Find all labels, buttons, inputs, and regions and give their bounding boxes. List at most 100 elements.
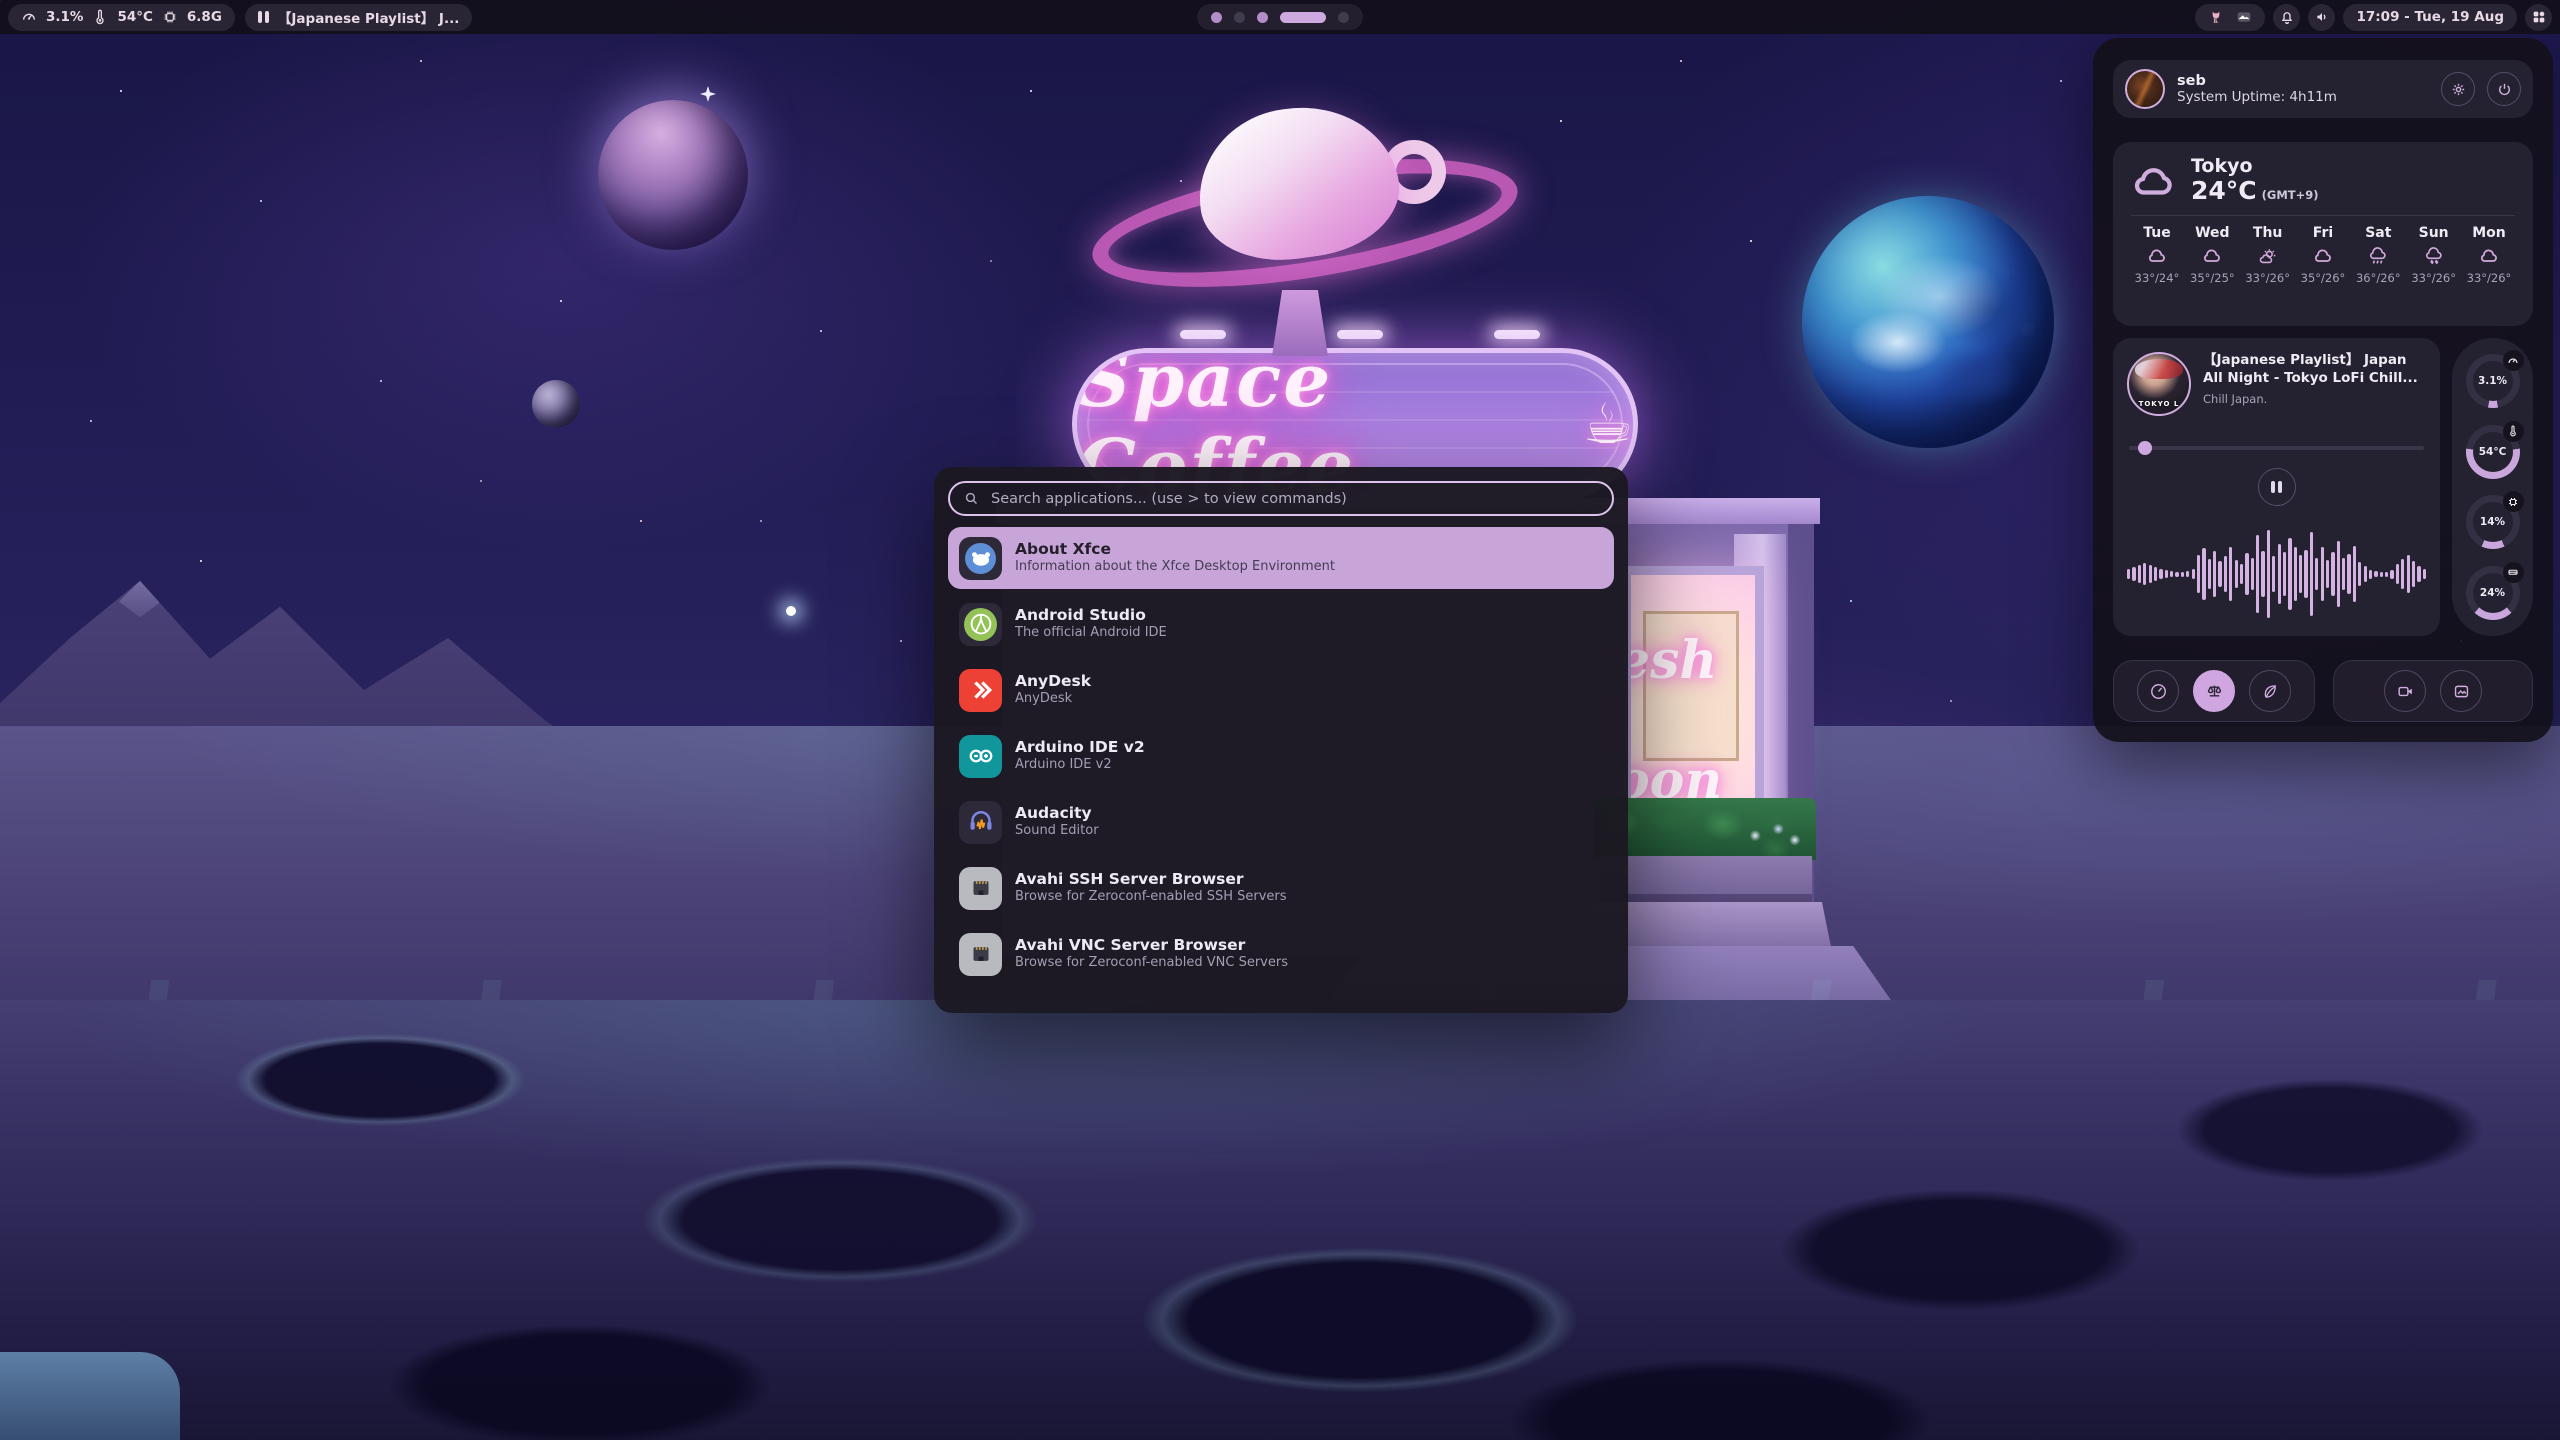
launcher-item-android-studio[interactable]: Android Studio The official Android IDE (948, 593, 1614, 655)
launcher-item-about-xfce[interactable]: About Xfce Information about the Xfce De… (948, 527, 1614, 589)
forecast-day: Thu 33°/26° (2242, 225, 2294, 285)
sign-lights (1180, 330, 1540, 340)
cloudy-icon (2478, 246, 2500, 266)
workspace-dot-2[interactable] (1234, 12, 1245, 23)
forecast-day: Mon 33°/26° (2463, 225, 2515, 285)
partly-sunny-icon (2257, 246, 2279, 266)
scales-icon (2205, 682, 2224, 701)
performance-mode-button[interactable] (2137, 670, 2179, 712)
power-button[interactable] (2487, 72, 2521, 106)
foreground-rock (0, 1352, 180, 1440)
thermometer-icon (92, 9, 108, 25)
app-launcher: About Xfce Information about the Xfce De… (934, 467, 1628, 1013)
search-bar[interactable] (948, 481, 1614, 516)
album-art: TOKYO L (2127, 352, 2191, 416)
settings-button[interactable] (2441, 72, 2475, 106)
desktop-screen: esh oon ans Space Coffee ☕ 3.1% 54°C (0, 0, 2560, 1440)
progress-bar[interactable] (2129, 446, 2424, 450)
weather-temp: 24°C (2191, 176, 2257, 205)
pause-button[interactable] (2258, 468, 2296, 506)
launcher-item-avahi-vnc[interactable]: Avahi VNC Server Browser Browse for Zero… (948, 923, 1614, 985)
xfce-app-icon (959, 537, 1002, 580)
launcher-item-anydesk[interactable]: AnyDesk AnyDesk (948, 659, 1614, 721)
bell-icon (2279, 9, 2295, 25)
forecast-day: Wed 35°/25° (2186, 225, 2238, 285)
progress-knob[interactable] (2138, 441, 2152, 455)
small-moon (532, 380, 580, 428)
app-title: About Xfce (1015, 540, 1335, 559)
album-art-text: TOKYO L (2129, 400, 2189, 408)
launcher-item-arduino-ide[interactable]: Arduino IDE v2 Arduino IDE v2 (948, 725, 1614, 787)
dock-group-left (2113, 660, 2315, 722)
purple-planet (598, 100, 748, 250)
eco-mode-button[interactable] (2249, 670, 2291, 712)
window-neon-text: esh (1622, 635, 1717, 687)
arduino-icon (959, 735, 1002, 778)
clock-pill[interactable]: 17:09 - Tue, 19 Aug (2343, 4, 2517, 31)
balanced-mode-button[interactable] (2193, 670, 2235, 712)
chip-icon (162, 9, 178, 25)
media-pill[interactable]: 【Japanese Playlist】 J... (245, 4, 472, 31)
cloudy-icon (2146, 246, 2168, 266)
grid-icon (2531, 9, 2547, 25)
speedometer-icon (2503, 350, 2524, 371)
cpu-temp-gauge: 54°C (2466, 425, 2520, 479)
media-player-widget: TOKYO L 【Japanese Playlist】 Japan All Ni… (2113, 338, 2440, 636)
track-artist: Chill Japan. (2203, 392, 2426, 406)
network-port-icon (959, 867, 1002, 910)
workspace-dot-1[interactable] (1211, 12, 1222, 23)
workspace-dot-5[interactable] (1338, 12, 1349, 23)
drive-icon (2503, 562, 2524, 583)
speedometer-icon (2149, 682, 2168, 701)
workspace-dot-3[interactable] (1257, 12, 1268, 23)
track-title: 【Japanese Playlist】 Japan All Night - To… (2203, 352, 2426, 387)
wallpaper-image-icon[interactable] (2236, 9, 2252, 25)
uptime-label: System Uptime: 4h11m (2177, 89, 2429, 105)
cpu-usage-gauge: 3.1% (2466, 354, 2520, 408)
workspace-dot-4-active[interactable] (1280, 12, 1326, 23)
forecast-row: Tue 33°/24° Wed 35°/25° Thu 33°/26° Fri (2131, 225, 2515, 285)
search-input[interactable] (989, 490, 1599, 508)
gear-icon (2450, 81, 2467, 98)
volume-button[interactable] (2308, 4, 2335, 31)
system-gauges: 3.1% 54°C 14% 24% (2452, 338, 2533, 636)
disk-gauge: 24% (2466, 566, 2520, 620)
bright-star (786, 606, 796, 616)
weather-timezone: (GMT+9) (2262, 188, 2319, 202)
launcher-item-avahi-ssh[interactable]: Avahi SSH Server Browser Browse for Zero… (948, 857, 1614, 919)
widget-panel: seb System Uptime: 4h11m Tokyo 24°C (GMT+… (2093, 38, 2553, 742)
cloudy-icon (2201, 246, 2223, 266)
anydesk-icon (959, 669, 1002, 712)
divider (2131, 215, 2515, 216)
forecast-day: Fri 35°/26° (2297, 225, 2349, 285)
weather-city: Tokyo (2191, 156, 2319, 178)
rain-icon (2367, 246, 2389, 266)
speedometer-icon (21, 9, 37, 25)
username: seb (2177, 73, 2429, 89)
screen-record-button[interactable] (2384, 670, 2426, 712)
memory-stat: 6.8G (187, 9, 222, 25)
weather-widget: Tokyo 24°C (GMT+9) Tue 33°/24° Wed 35°/25… (2113, 142, 2533, 326)
overview-button[interactable] (2525, 4, 2552, 31)
earth-planet (1802, 196, 2054, 448)
shop-planter (1600, 856, 1812, 904)
forecast-day: Sun 33°/26° (2408, 225, 2460, 285)
dock-group-right (2333, 660, 2533, 722)
app-desc: Information about the Xfce Desktop Envir… (1015, 559, 1335, 576)
cpu-temp-stat: 54°C (117, 9, 152, 25)
cloud-icon (2131, 160, 2177, 200)
avatar[interactable] (2125, 69, 2165, 109)
search-icon (963, 490, 980, 507)
clock-label: 17:09 - Tue, 19 Aug (2356, 9, 2504, 25)
system-stats-pill: 3.1% 54°C 6.8G (8, 4, 235, 31)
speaker-icon (2314, 9, 2330, 25)
leaf-icon (2261, 682, 2280, 701)
tray-pill (2195, 4, 2265, 31)
thermometer-icon (2503, 421, 2524, 442)
notifications-button[interactable] (2273, 4, 2300, 31)
pet-cat-icon[interactable] (2208, 9, 2224, 25)
screenshot-button[interactable] (2440, 670, 2482, 712)
workspace-switcher (1197, 4, 1363, 30)
cpu-usage-stat: 3.1% (46, 9, 83, 25)
launcher-item-audacity[interactable]: Audacity Sound Editor (948, 791, 1614, 853)
